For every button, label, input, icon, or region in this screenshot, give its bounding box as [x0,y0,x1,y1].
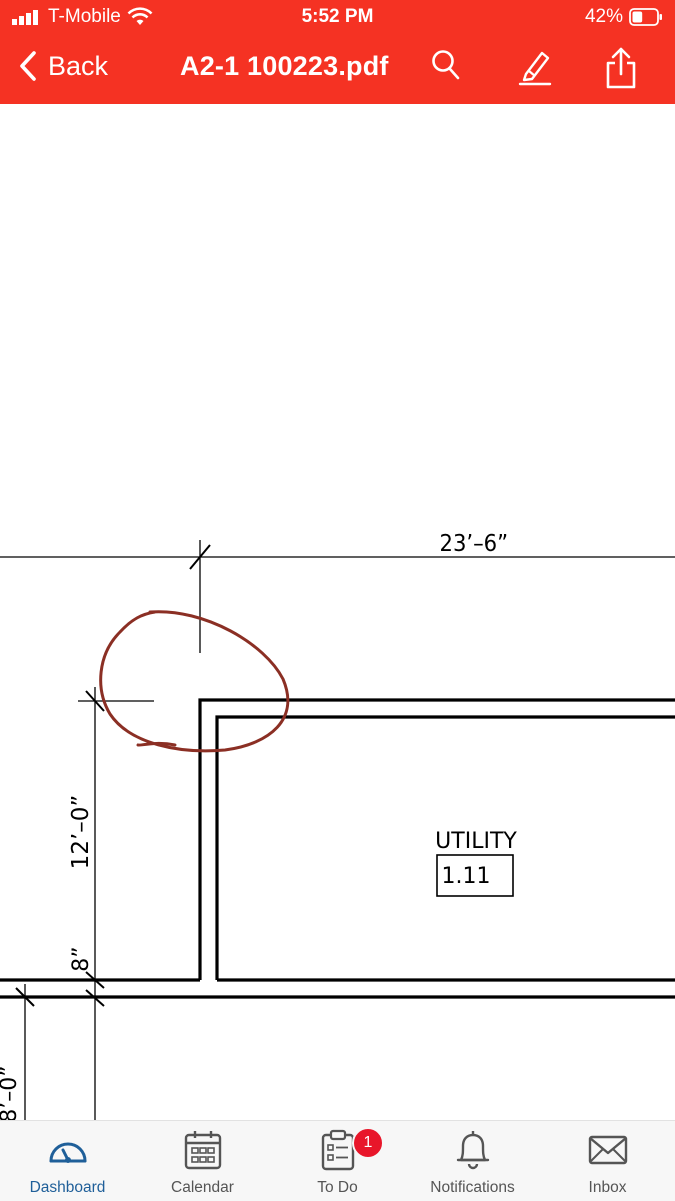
tab-todo[interactable]: 1 To Do [270,1121,405,1201]
tab-label: Dashboard [29,1179,106,1196]
tab-label: Inbox [588,1179,627,1196]
dimension-text-wall: 8” [69,946,94,971]
battery-percent: 42% [584,6,623,27]
status-bar: T-Mobile 5:52 PM 42% [0,0,675,36]
clock: 5:52 PM [301,6,374,27]
tab-dashboard[interactable]: Dashboard [0,1121,135,1201]
back-label: Back [48,50,109,81]
bottom-tab-bar: Dashboard Calendar 1 To Do Notifications… [0,1120,675,1201]
floor-plan-drawing: 23’–6” 12’–0” 8” 8’–0” UTILITY 1.11 [0,530,675,1120]
dimension-text-lower: 8’–0” [0,1065,22,1120]
nav-bar: Back A2-1 100223.pdf [0,36,675,104]
battery-icon [629,8,662,26]
bell-icon [456,1131,489,1170]
annotate-button[interactable] [517,48,553,91]
tab-inbox[interactable]: Inbox [540,1121,675,1201]
room-name: UTILITY [435,829,517,854]
share-icon [606,47,636,89]
dashboard-gauge-icon [49,1142,86,1163]
dimension-text-left: 12’–0” [68,795,94,870]
battery-group: 42% [585,6,663,28]
tab-label: Calendar [171,1179,234,1196]
todo-count-badge: 1 [352,1127,384,1159]
tab-label: To Do [317,1179,358,1196]
tab-label: Notifications [430,1179,515,1196]
back-button[interactable]: Back [18,50,108,82]
pdf-viewer[interactable]: 23’–6” 12’–0” 8” 8’–0” UTILITY 1.11 [0,104,675,1120]
search-button[interactable] [430,48,462,87]
annotate-pen-icon [518,51,552,86]
calendar-icon [184,1131,221,1170]
dimension-text-top: 23’–6” [440,530,509,557]
share-button[interactable] [604,46,638,95]
markup-ink-circle[interactable] [99,610,290,753]
document-title: A2-1 100223.pdf [180,51,389,81]
mail-icon [588,1135,627,1165]
clipboard-icon [321,1129,354,1171]
top-header: T-Mobile 5:52 PM 42% Back A2-1 100223.pd… [0,0,675,104]
chevron-left-icon [20,51,36,81]
room-number: 1.11 [442,864,491,889]
tab-notifications[interactable]: Notifications [405,1121,540,1201]
search-icon [432,50,460,80]
tab-calendar[interactable]: Calendar [135,1121,270,1201]
